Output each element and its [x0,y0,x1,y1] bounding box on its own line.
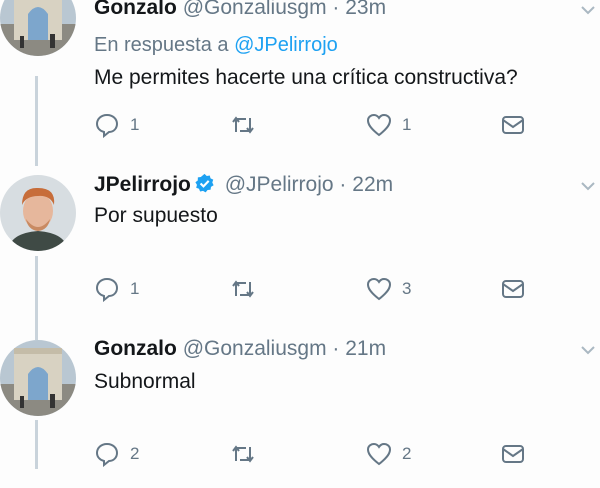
author-name[interactable]: Gonzalo [94,0,177,19]
author-name[interactable]: JPelirrojo [94,173,191,196]
direct-message-button[interactable] [500,111,536,139]
reply-count: 1 [130,279,140,298]
reply-count: 1 [130,115,140,134]
reply-button[interactable]: 1 [94,111,139,139]
avatar[interactable] [0,0,76,56]
retweet-button[interactable] [230,275,266,303]
author-handle[interactable]: @Gonzaliusgm [183,0,327,19]
avatar[interactable] [0,175,76,251]
like-icon [366,113,392,137]
tweet-text: Subnormal [94,370,196,393]
reply-context: En respuesta a @JPelirrojo [94,34,338,57]
separator-dot: · [332,0,340,19]
retweet-button[interactable] [230,111,266,139]
profile-photo-avatar [0,175,76,251]
reply-icon [95,113,119,138]
like-count: 2 [402,444,412,463]
author-name[interactable]: Gonzalo [94,337,177,360]
avatar[interactable] [0,340,76,416]
chevron-down-icon[interactable] [580,180,596,192]
retweet-button[interactable] [230,440,266,468]
author-handle[interactable]: @JPelirrojo [225,173,334,196]
tweet[interactable]: Gonzalo @Gonzaliusgm · 21m Subnormal 2 2 [0,330,600,488]
timestamp[interactable]: 21m [345,337,386,360]
like-icon [366,442,392,466]
tweet[interactable]: Gonzalo @Gonzaliusgm · 23m En respuesta … [0,0,600,154]
tweet[interactable]: JPelirrojo @JPelirrojo · 22m Por supuest… [0,166,600,324]
like-button[interactable]: 2 [366,440,411,468]
tweet-text: Me permites hacerte una crítica construc… [94,66,518,89]
direct-message-icon [502,116,524,134]
direct-message-button[interactable] [500,275,536,303]
like-count: 1 [402,115,412,134]
like-icon [366,277,392,301]
tweet-actions: 1 3 [94,275,534,303]
chevron-down-icon[interactable] [580,4,596,16]
retweet-icon [232,280,254,298]
separator-dot: · [332,337,340,360]
direct-message-button[interactable] [500,440,536,468]
reply-button[interactable]: 2 [94,440,139,468]
arch-photo-avatar [0,340,76,416]
separator-dot: · [339,173,347,196]
reply-button[interactable]: 1 [94,275,139,303]
tweet-actions: 2 2 [94,440,534,468]
tweet-actions: 1 1 [94,111,534,139]
reply-prefix: En respuesta a [94,34,229,56]
like-button[interactable]: 1 [366,111,411,139]
timestamp[interactable]: 22m [352,173,393,196]
arch-photo-avatar [0,0,76,56]
author-handle[interactable]: @Gonzaliusgm [183,337,327,360]
reply-icon [95,442,119,467]
like-button[interactable]: 3 [366,275,411,303]
chevron-down-icon[interactable] [580,344,596,356]
reply-mention-link[interactable]: @JPelirrojo [234,34,338,56]
reply-icon [95,277,119,302]
like-count: 3 [402,279,412,298]
reply-count: 2 [130,444,140,463]
timestamp[interactable]: 23m [345,0,386,19]
tweet-text: Por supuesto [94,204,218,227]
verified-badge-icon [195,173,214,193]
retweet-icon [232,445,254,463]
direct-message-icon [502,280,524,298]
direct-message-icon [502,445,524,463]
retweet-icon [232,116,254,134]
